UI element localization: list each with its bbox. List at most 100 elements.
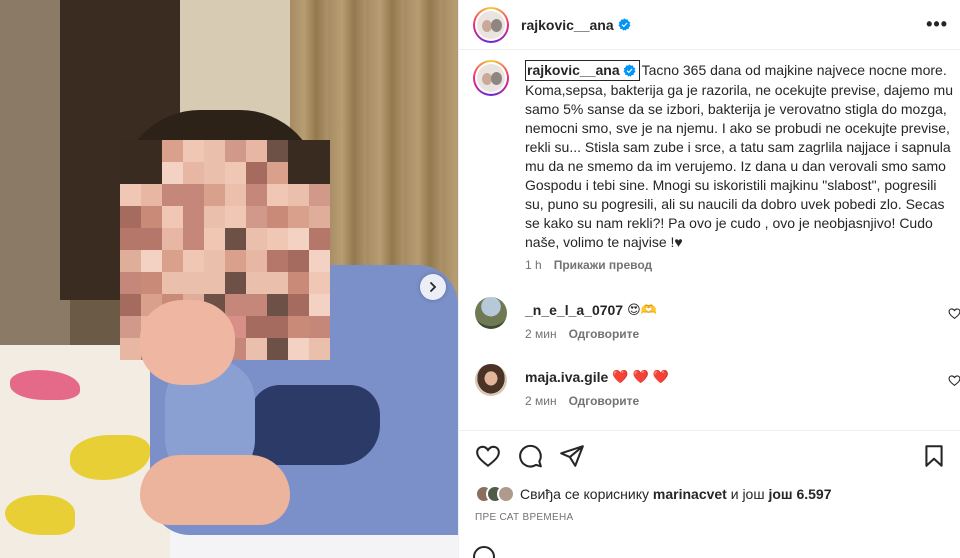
author-avatar[interactable]: [473, 6, 509, 43]
face-pixel: [246, 338, 267, 360]
face-pixel: [204, 272, 225, 294]
comment-item: _n_e_l_a_0707 😍🫶 2 мин Одговорите: [473, 297, 960, 347]
face-pixel: [267, 250, 288, 272]
caption-text: Tacno 365 dana od majkine najvece nocne …: [525, 62, 953, 250]
face-pixel: [246, 250, 267, 272]
comment-meta: 2 мин Одговорите: [525, 394, 639, 408]
heart-icon[interactable]: [948, 374, 960, 387]
emoji-icon[interactable]: [473, 546, 495, 558]
face-pixel: [309, 162, 330, 184]
face-pixel: [246, 228, 267, 250]
face-pixel: [120, 250, 141, 272]
face-pixel: [120, 184, 141, 206]
comment-username[interactable]: maja.iva.gile: [525, 369, 608, 385]
face-pixel: [267, 162, 288, 184]
face-pixel: [225, 272, 246, 294]
face-pixel: [309, 206, 330, 228]
face-pixel: [267, 228, 288, 250]
caption-username[interactable]: rajkovic__ana: [525, 60, 640, 81]
caption-time[interactable]: 1 h: [525, 258, 542, 272]
see-translation-button[interactable]: Прикажи превод: [554, 258, 653, 272]
face-pixel: [246, 294, 267, 316]
heart-icon[interactable]: [475, 443, 501, 469]
face-pixel: [183, 206, 204, 228]
send-icon[interactable]: [559, 443, 585, 469]
face-pixel: [162, 140, 183, 162]
verified-badge-icon: [623, 64, 636, 77]
likes-prefix: Свиђа се кориснику: [520, 486, 650, 502]
likes-summary[interactable]: Свиђа се кориснику marinacvet и још још …: [475, 485, 832, 503]
face-pixel: [309, 272, 330, 294]
pillow-pattern: [10, 370, 80, 400]
face-pixel: [120, 316, 141, 338]
heart-icon[interactable]: [948, 307, 960, 320]
face-pixel: [246, 316, 267, 338]
comment-username[interactable]: _n_e_l_a_0707: [525, 302, 623, 318]
commenter-avatar[interactable]: [475, 297, 507, 329]
face-pixel: [246, 140, 267, 162]
post-caption: rajkovic__ana Tacno 365 dana od majkine …: [473, 60, 953, 272]
caption-author-avatar[interactable]: [473, 60, 509, 96]
comment-time[interactable]: 2 мин: [525, 394, 557, 408]
face-pixel: [141, 184, 162, 206]
likes-count[interactable]: још 6.597: [768, 486, 831, 502]
pillow-pattern: [5, 495, 75, 535]
face-pixel: [246, 184, 267, 206]
commenter-avatar[interactable]: [475, 364, 507, 396]
face-pixel: [267, 338, 288, 360]
bookmark-icon[interactable]: [921, 443, 947, 469]
post-timestamp[interactable]: ПРЕ САТ ВРЕМЕНА: [475, 512, 573, 523]
face-pixel: [162, 228, 183, 250]
liker-username[interactable]: marinacvet: [653, 486, 727, 502]
photo-pillow: [0, 345, 170, 558]
face-pixel: [309, 250, 330, 272]
more-options-button[interactable]: •••: [926, 14, 948, 35]
face-pixel: [183, 250, 204, 272]
post-photo[interactable]: [0, 0, 458, 558]
face-pixel: [309, 140, 330, 162]
comment-time[interactable]: 2 мин: [525, 327, 557, 341]
face-pixel: [120, 206, 141, 228]
face-pixel: [162, 272, 183, 294]
comment-meta: 2 мин Одговорите: [525, 327, 639, 341]
comment-text: ❤️ ❤️ ❤️: [612, 369, 670, 385]
reply-button[interactable]: Одговорите: [569, 394, 640, 408]
comment-icon[interactable]: [517, 443, 543, 469]
face-pixel: [141, 206, 162, 228]
face-pixel: [120, 228, 141, 250]
face-pixel: [225, 184, 246, 206]
face-pixel: [246, 206, 267, 228]
face-pixel: [204, 162, 225, 184]
face-pixel: [246, 162, 267, 184]
reply-button[interactable]: Одговорите: [569, 327, 640, 341]
face-pixel: [141, 250, 162, 272]
verified-badge-icon: [618, 18, 631, 31]
face-pixel: [141, 162, 162, 184]
next-photo-button[interactable]: [420, 274, 446, 300]
face-pixel: [225, 294, 246, 316]
chevron-right-icon: [430, 282, 437, 292]
face-pixel: [288, 250, 309, 272]
face-pixel: [267, 184, 288, 206]
face-pixel: [288, 140, 309, 162]
face-pixel: [183, 184, 204, 206]
face-pixel: [204, 140, 225, 162]
face-pixel: [309, 338, 330, 360]
likes-text: Свиђа се кориснику marinacvet и још још …: [520, 486, 832, 502]
face-pixel: [204, 184, 225, 206]
face-pixel: [225, 140, 246, 162]
face-pixel: [225, 162, 246, 184]
post-header: rajkovic__ana •••: [459, 0, 960, 50]
author-username[interactable]: rajkovic__ana: [521, 17, 614, 33]
comment-text: 😍🫶: [627, 302, 657, 318]
caption-text-block: rajkovic__ana Tacno 365 dana od majkine …: [525, 60, 953, 252]
face-pixel: [162, 206, 183, 228]
face-pixel: [225, 206, 246, 228]
liker-avatar: [497, 485, 515, 503]
face-pixel: [141, 228, 162, 250]
face-pixel: [120, 272, 141, 294]
pillow-pattern: [70, 435, 150, 480]
post-panel: rajkovic__ana ••• rajkovic__ana Tacno 36…: [458, 0, 960, 558]
face-pixel: [309, 316, 330, 338]
face-pixel: [183, 162, 204, 184]
